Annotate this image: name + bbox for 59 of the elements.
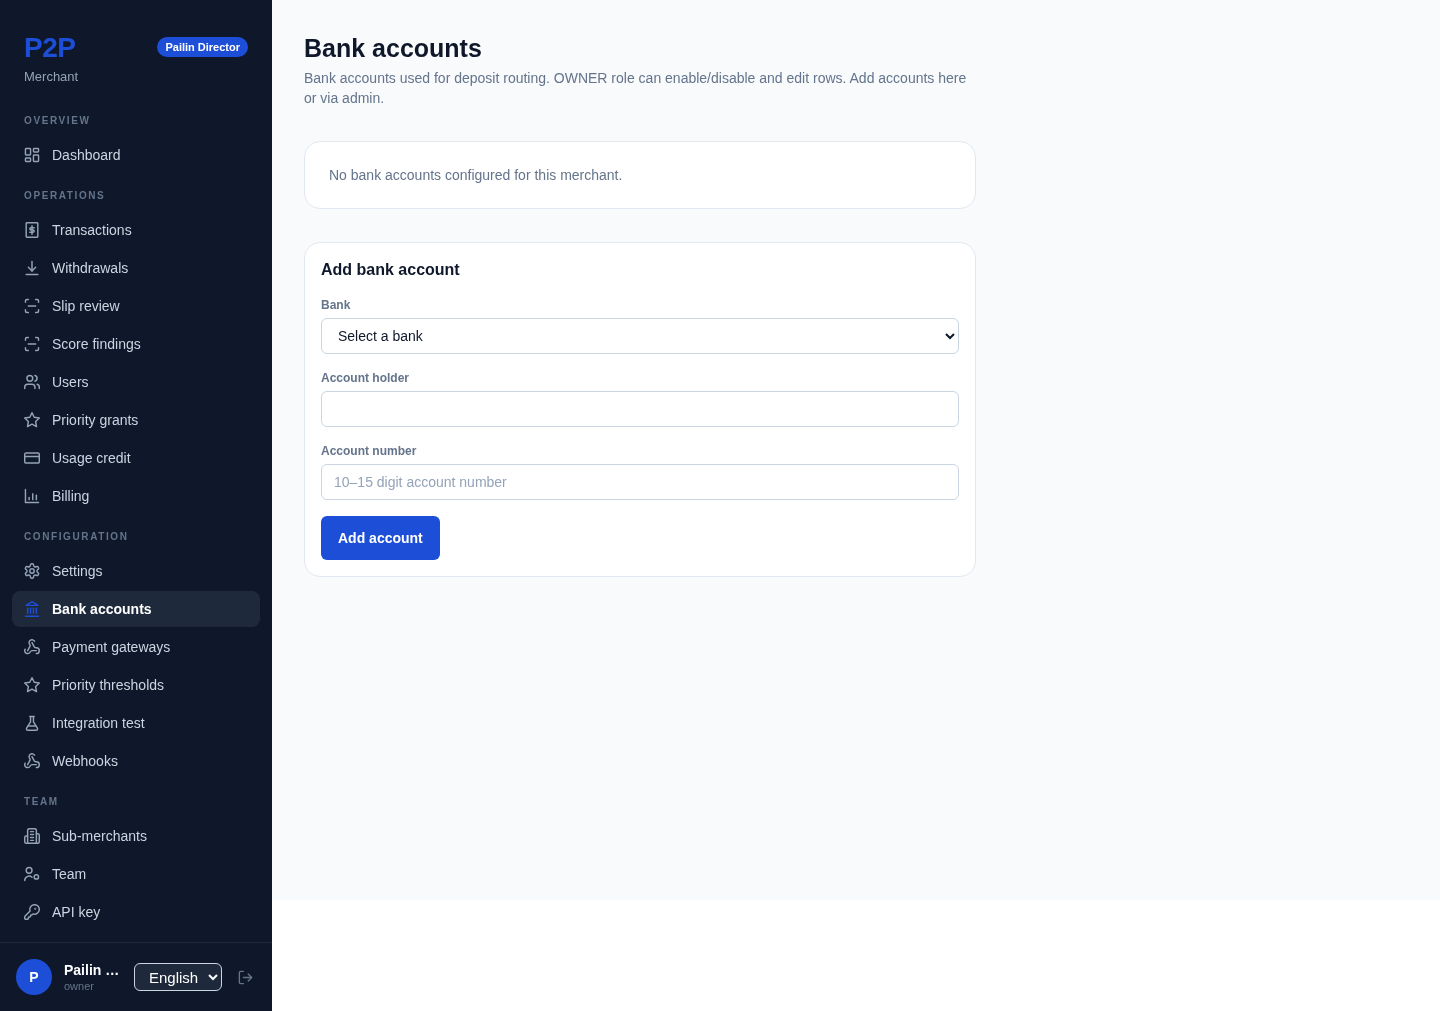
input-field[interactable]: 10–15 digit account number (321, 464, 959, 500)
logo: P2P (24, 32, 76, 64)
language-select[interactable]: English (134, 963, 222, 991)
building-icon (24, 828, 40, 844)
user-name: Pailin … (64, 961, 121, 979)
nav-item[interactable]: Bank accounts (12, 591, 260, 627)
section-label: TEAM (23, 795, 60, 809)
page-title: Bank accounts (304, 33, 483, 64)
nav-item[interactable]: Sub-merchants (12, 818, 260, 854)
empty-state-message: No bank accounts configured for this merchant. (329, 166, 624, 185)
flask-icon (24, 715, 40, 731)
nav-item[interactable]: Users (12, 364, 260, 400)
nav-item[interactable]: Priority grants (12, 402, 260, 438)
key-icon (24, 904, 40, 920)
logo-subtitle: Merchant (24, 68, 80, 86)
nav-item[interactable]: Team (12, 856, 260, 892)
settings-icon (24, 563, 40, 579)
bank-select[interactable]: Select a bank (321, 318, 959, 354)
person-icon (24, 866, 40, 882)
logout-icon[interactable] (238, 969, 253, 985)
user-role: owner (64, 978, 95, 993)
add-account-button[interactable]: Add account (321, 516, 440, 560)
nav-item[interactable]: Integration test (12, 705, 260, 741)
field-label: Account number (321, 443, 417, 459)
scan-frame-icon (24, 298, 40, 314)
card-icon (24, 450, 40, 466)
webhook-icon (24, 639, 40, 655)
nav-item[interactable]: Transactions (12, 212, 260, 248)
dollar-receipt-icon (24, 222, 40, 238)
page-description: Bank accounts used for deposit routing. OWNER role can enable/disable and edit rows. Add accounts here or via admin. (304, 69, 968, 108)
field-label: Account holder (321, 370, 409, 386)
field-label: Bank (321, 297, 351, 313)
star-icon (24, 412, 40, 428)
nav-item[interactable]: Priority thresholds (12, 667, 260, 703)
scan-frame-icon (24, 336, 40, 352)
dashboard-grid-icon (24, 147, 40, 163)
star-icon (24, 677, 40, 693)
nav-item[interactable]: Settings (12, 553, 260, 589)
download-icon (24, 260, 40, 276)
input-field[interactable] (321, 391, 959, 427)
nav-item[interactable]: Score findings (12, 326, 260, 362)
bar-chart-icon (24, 488, 40, 504)
nav-item[interactable]: Withdrawals (12, 250, 260, 286)
avatar: P (16, 959, 52, 995)
users-icon (24, 374, 40, 390)
form-title: Add bank account (321, 260, 460, 280)
nav-item[interactable]: Webhooks (12, 743, 260, 779)
nav-item[interactable]: Dashboard (12, 137, 260, 173)
nav-item[interactable]: API key (12, 894, 260, 930)
section-label: OPERATIONS (23, 189, 107, 203)
section-label: OVERVIEW (23, 114, 92, 128)
nav-item[interactable]: Billing (12, 478, 260, 514)
webhook-icon (24, 753, 40, 769)
section-label: CONFIGURATION (23, 530, 130, 544)
role-badge: Pailin Director (157, 37, 248, 57)
nav-item[interactable]: Payment gateways (12, 629, 260, 665)
nav-item[interactable]: Usage credit (12, 440, 260, 476)
nav-item[interactable]: Slip review (12, 288, 260, 324)
bank-icon (24, 601, 40, 617)
